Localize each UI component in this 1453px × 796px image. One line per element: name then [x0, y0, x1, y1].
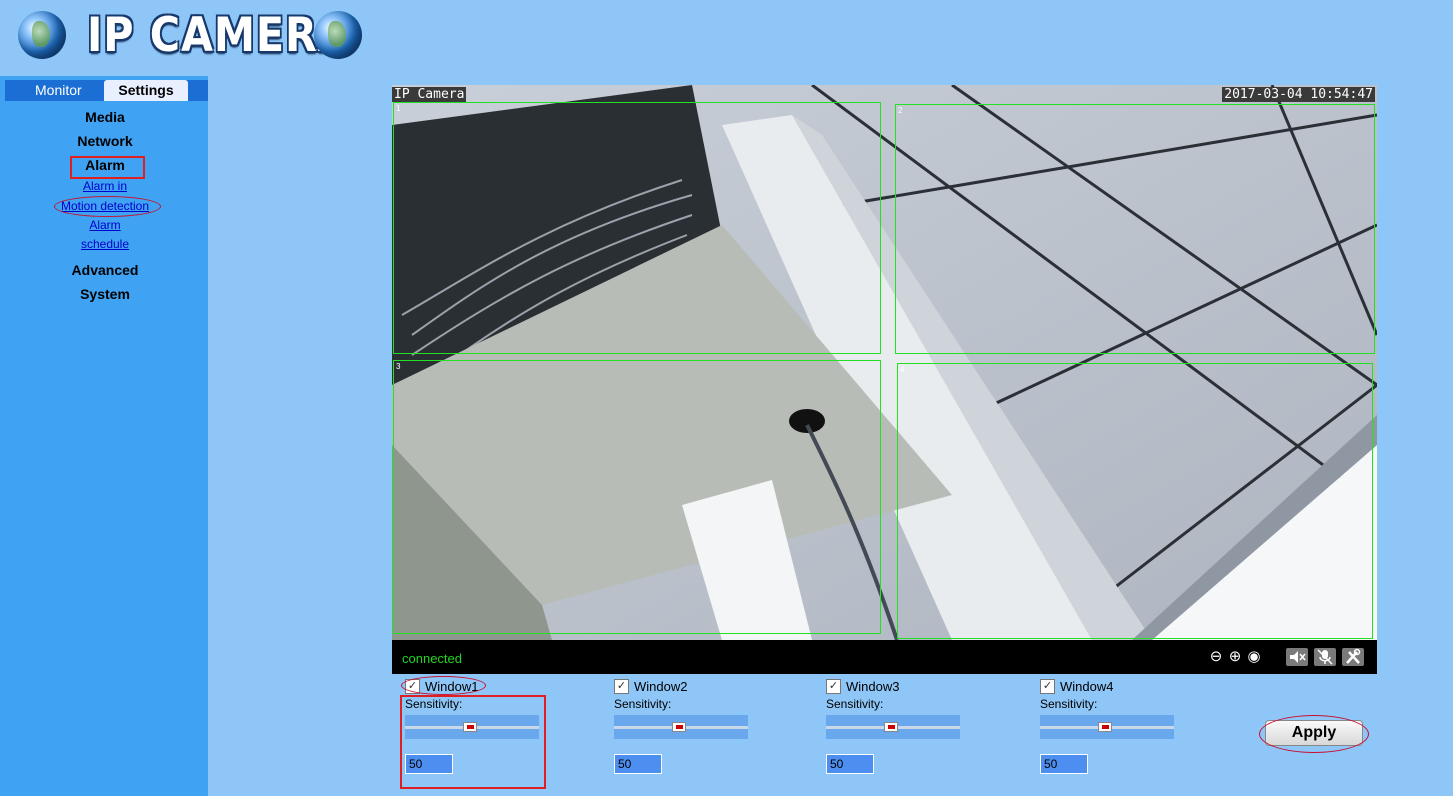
window3-sensitivity-value[interactable]: 50 [826, 754, 874, 774]
slider-thumb[interactable] [1098, 722, 1112, 732]
annotation-box-alarm [70, 156, 145, 179]
motion-window-number: 4 [900, 365, 905, 374]
settings-tools-icon[interactable] [1342, 648, 1364, 666]
annotation-ellipse-motion-detection [54, 196, 161, 217]
window2-label: Window2 [634, 679, 688, 694]
video-viewer[interactable]: IP Camera 2017-03-04 10:54:47 1 2 3 4 co… [392, 85, 1377, 674]
motion-window-number: 3 [396, 362, 401, 371]
mic-off-icon[interactable] [1314, 648, 1336, 666]
nav-tabs: Monitor Settings [5, 80, 208, 101]
motion-window-2[interactable]: 2 [895, 104, 1375, 354]
window4-sensitivity-value[interactable]: 50 [1040, 754, 1088, 774]
record-icon[interactable]: ◉ [1245, 648, 1263, 666]
mute-icon[interactable] [1286, 648, 1308, 666]
window2-sensitivity-slider[interactable] [614, 715, 748, 739]
window4-checkbox[interactable]: ✓ [1040, 679, 1055, 694]
motion-window-number: 1 [396, 104, 401, 113]
annotation-ellipse-apply [1259, 715, 1369, 753]
window2-sensitivity-label: Sensitivity: [614, 697, 672, 711]
osd-timestamp: 2017-03-04 10:54:47 [1222, 87, 1375, 102]
globe-logo-left-icon [18, 11, 66, 59]
zoom-out-icon[interactable]: ⊖ [1207, 648, 1225, 666]
app-title: IP CAMERA [87, 8, 351, 63]
menu-item-media[interactable]: Media [0, 109, 210, 125]
connection-status: connected [402, 651, 462, 666]
tab-settings[interactable]: Settings [104, 80, 188, 101]
slider-thumb[interactable] [884, 722, 898, 732]
window4-sensitivity-slider[interactable] [1040, 715, 1174, 739]
tab-monitor[interactable]: Monitor [35, 80, 82, 101]
submenu-item-schedule[interactable]: schedule [0, 237, 210, 251]
window4-label: Window4 [1060, 679, 1114, 694]
menu-item-network[interactable]: Network [0, 133, 210, 149]
header-banner: IP CAMERA [0, 0, 1453, 76]
window2-checkbox[interactable]: ✓ [614, 679, 629, 694]
window3-sensitivity-slider[interactable] [826, 715, 960, 739]
motion-window-3[interactable]: 3 [393, 360, 881, 634]
sidebar: Monitor Settings Media Network Alarm Ala… [0, 76, 208, 796]
annotation-ellipse-window1 [401, 676, 486, 695]
submenu-item-alarm-in[interactable]: Alarm in [0, 179, 210, 193]
window3-sensitivity-label: Sensitivity: [826, 697, 884, 711]
menu-item-advanced[interactable]: Advanced [0, 262, 210, 278]
motion-window-4[interactable]: 4 [897, 363, 1373, 639]
slider-thumb[interactable] [672, 722, 686, 732]
zoom-in-icon[interactable]: ⊕ [1226, 648, 1244, 666]
window2-sensitivity-value[interactable]: 50 [614, 754, 662, 774]
menu-item-system[interactable]: System [0, 286, 210, 302]
window4-sensitivity-label: Sensitivity: [1040, 697, 1098, 711]
motion-window-1[interactable]: 1 [393, 102, 881, 354]
globe-logo-right-icon [314, 11, 362, 59]
window3-label: Window3 [846, 679, 900, 694]
submenu-item-alarm[interactable]: Alarm [0, 218, 210, 232]
video-control-bar: connected ⊖ ⊕ ◉ [392, 640, 1377, 674]
annotation-box-window1-settings [400, 695, 546, 789]
motion-window-number: 2 [898, 106, 903, 115]
window3-checkbox[interactable]: ✓ [826, 679, 841, 694]
osd-camera-name: IP Camera [392, 87, 467, 102]
